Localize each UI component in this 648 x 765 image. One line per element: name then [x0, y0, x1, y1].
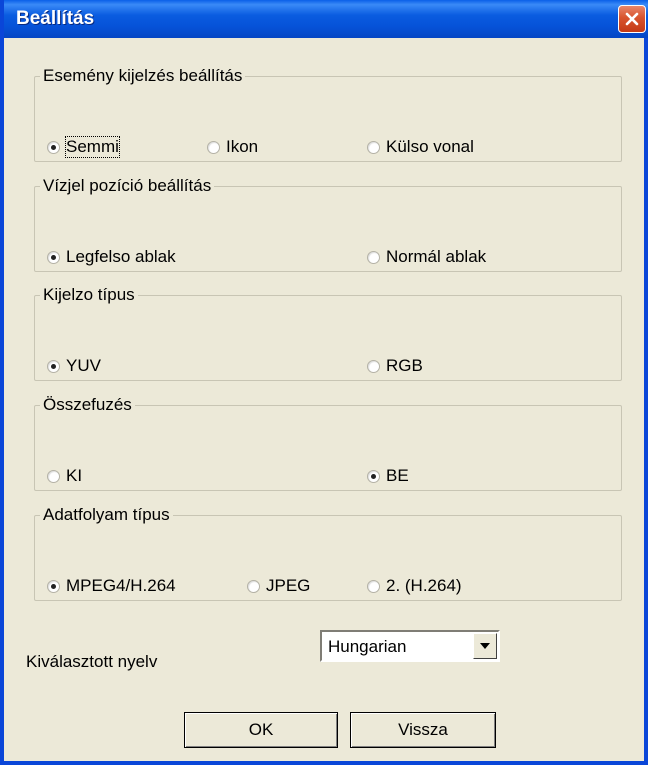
event-display-group: Esemény kijelzés beállítás Semmi Ikon Kü…	[34, 66, 622, 162]
language-dropdown-button[interactable]	[473, 633, 497, 659]
radio-second-h264[interactable]: 2. (H.264)	[367, 576, 462, 596]
radio-unchecked-icon[interactable]	[367, 579, 380, 593]
radio-unchecked-icon[interactable]	[367, 140, 380, 154]
close-button[interactable]	[618, 5, 646, 33]
display-type-group: Kijelzo típus YUV RGB	[34, 285, 622, 381]
radio-label: JPEG	[266, 576, 311, 595]
radio-unchecked-icon[interactable]	[207, 140, 220, 154]
radio-label: RGB	[386, 356, 423, 375]
radio-merge-off[interactable]: KI	[47, 466, 82, 486]
radio-normal-window[interactable]: Normál ablak	[367, 247, 486, 267]
radio-unchecked-icon[interactable]	[247, 579, 260, 593]
radio-event-none[interactable]: Semmi	[47, 136, 120, 158]
radio-mpeg4-h264[interactable]: MPEG4/H.264	[47, 576, 176, 596]
ok-button[interactable]: OK	[184, 712, 338, 748]
radio-event-icon[interactable]: Ikon	[207, 137, 258, 157]
radio-unchecked-icon[interactable]	[367, 250, 380, 264]
radio-label: YUV	[66, 356, 101, 375]
radio-checked-icon[interactable]	[47, 359, 60, 373]
radio-label: Semmi	[65, 136, 120, 158]
radio-label: Legfelso ablak	[66, 247, 176, 266]
radio-rgb[interactable]: RGB	[367, 356, 423, 376]
radio-label: BE	[386, 466, 409, 485]
ok-button-label: OK	[248, 720, 274, 739]
language-select-value: Hungarian	[328, 637, 407, 656]
radio-label: MPEG4/H.264	[66, 576, 176, 595]
display-type-legend: Kijelzo típus	[43, 285, 135, 304]
back-button[interactable]: Vissza	[350, 712, 496, 748]
radio-event-outline[interactable]: Külso vonal	[367, 137, 474, 157]
radio-merge-on[interactable]: BE	[367, 466, 409, 486]
radio-checked-icon[interactable]	[47, 140, 60, 154]
window-title: Beállítás	[16, 8, 95, 29]
radio-label: 2. (H.264)	[386, 576, 462, 595]
radio-checked-icon[interactable]	[47, 250, 60, 264]
merge-legend: Összefuzés	[43, 395, 132, 414]
radio-jpeg[interactable]: JPEG	[247, 576, 310, 596]
watermark-position-group: Vízjel pozíció beállítás Legfelso ablak …	[34, 176, 622, 272]
language-select[interactable]: Hungarian	[320, 630, 500, 662]
merge-group: Összefuzés KI BE	[34, 395, 622, 491]
radio-label: Normál ablak	[386, 247, 487, 266]
language-label: Kiválasztott nyelv	[26, 652, 158, 671]
stream-type-legend: Adatfolyam típus	[43, 505, 170, 524]
radio-checked-icon[interactable]	[47, 579, 60, 593]
settings-dialog: Beállítás Esemény kijelzés beállítás Sem…	[0, 0, 648, 765]
event-display-legend: Esemény kijelzés beállítás	[43, 66, 243, 85]
radio-checked-icon[interactable]	[367, 469, 380, 483]
back-button-label: Vissza	[398, 720, 448, 739]
radio-yuv[interactable]: YUV	[47, 356, 101, 376]
stream-type-group: Adatfolyam típus MPEG4/H.264 JPEG 2. (H.…	[34, 505, 622, 601]
chevron-down-icon	[480, 643, 490, 649]
radio-topmost-window[interactable]: Legfelso ablak	[47, 247, 176, 267]
radio-label: KI	[66, 466, 83, 485]
radio-unchecked-icon[interactable]	[47, 469, 60, 483]
close-icon	[625, 12, 639, 26]
title-bar[interactable]: Beállítás	[4, 0, 648, 38]
radio-label: Ikon	[226, 137, 259, 156]
radio-label: Külso vonal	[386, 137, 474, 156]
radio-unchecked-icon[interactable]	[367, 359, 380, 373]
watermark-position-legend: Vízjel pozíció beállítás	[43, 176, 212, 195]
